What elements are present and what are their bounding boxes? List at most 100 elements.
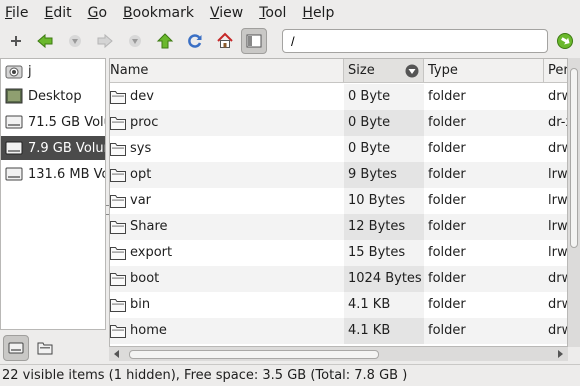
menu-help[interactable]: Help [302,5,334,21]
up-button[interactable] [152,28,178,54]
side-item-label: j [28,63,32,79]
menu-view-accel: V [209,5,220,21]
horizontal-scroll-thumb[interactable] [129,350,379,359]
menu-view[interactable]: View [210,5,243,21]
status-bar: 22 visible items (1 hidden), Free space:… [0,364,580,386]
go-button[interactable] [552,28,578,54]
cell-size: 9 Bytes [344,162,424,188]
cell-type: folder [428,219,466,234]
drive-icon [5,141,23,155]
sort-descending-icon [405,64,419,78]
table-row[interactable]: bin 4.1 KB folder drwxr-xr-x [110,292,567,318]
side-pane: j Desktop 71.5 GB Volume 7.9 GB Volume 1… [0,58,106,330]
back-icon [37,33,53,49]
table-row[interactable]: proc 0 Byte folder dr-xr-xr-x [110,110,567,136]
cell-name: bin [110,292,344,318]
back-button[interactable] [32,28,58,54]
folder-icon [110,91,126,104]
menu-bookmark[interactable]: Bookmark [123,5,194,21]
table-row[interactable]: opt 9 Bytes folder lrwxrwxrwx [110,162,568,188]
vertical-scroll-thumb[interactable] [570,68,578,248]
column-header-permissions[interactable]: Permissions [544,59,567,83]
cell-name: home [110,318,344,344]
back-history-button[interactable] [62,28,88,54]
menu-tool[interactable]: Tool [259,5,286,21]
menu-help-label: elp [312,5,335,21]
menu-tool-label: ool [265,5,287,21]
file-name: boot [130,271,160,286]
cell-permissions: lrwxrwxrwx [548,193,568,208]
side-item-label: 7.9 GB Volume [28,140,105,156]
cell-type: folder [428,323,466,338]
scroll-left-icon [114,350,119,358]
cell-type: folder [428,245,466,260]
side-item-label: 131.6 MB Volume [28,166,105,182]
vertical-scrollbar[interactable] [568,58,580,347]
table-row[interactable]: home 4.1 KB folder drwxr-xr-x [110,318,567,344]
cell-permissions: lrwxrwxrwx [548,245,568,260]
menu-file[interactable]: File [5,5,28,21]
back-history-icon [69,35,81,47]
cell-name: sys [110,136,344,162]
column-name-label: Name [110,63,149,78]
table-row[interactable]: sys 0 Byte folder drwxr-xr-x [110,136,567,162]
scroll-right-icon [558,350,563,358]
cell-size: 0 Byte [344,84,424,110]
drive-icon [5,115,23,129]
file-name: dev [130,89,154,104]
tree-mode-button[interactable] [32,335,58,361]
file-name: proc [130,115,159,130]
cell-permissions: lrwxrwxrwx [548,167,568,182]
horizontal-scrollbar[interactable] [109,347,568,361]
side-item-volume-131[interactable]: 131.6 MB Volume [1,162,105,186]
cell-size: 1024 Bytes [344,266,424,292]
cell-type: folder [428,141,466,156]
cell-permissions: dr-xr-xr-x [548,115,567,130]
column-header-name[interactable]: Name [110,59,344,83]
cell-name: Share [110,214,344,240]
menu-edit[interactable]: Edit [44,5,71,21]
table-row[interactable]: var 10 Bytes folder lrwxrwxrwx [110,188,568,214]
side-item-volume-71[interactable]: 71.5 GB Volume [1,110,105,134]
menu-help-accel: H [302,5,313,21]
column-header-type[interactable]: Type [424,59,544,83]
side-item-label: 71.5 GB Volume [28,114,105,130]
cell-name: opt [110,162,344,188]
menu-bookmark-label: ookmark [132,5,194,21]
column-header-size[interactable]: Size [344,59,424,83]
table-row[interactable]: Share 12 Bytes folder lrwxrwxrwx [110,214,567,240]
cell-permissions: drwxr-xr-x [548,271,567,286]
forward-button[interactable] [92,28,118,54]
cell-type: folder [428,167,466,182]
home-icon [217,32,233,48]
cell-name: boot [110,266,344,292]
table-row[interactable]: dev 0 Byte folder drwxr-xr-x [110,84,567,110]
folder-icon [110,247,126,260]
table-row[interactable]: export 15 Bytes folder lrwxrwxrwx [110,240,568,266]
folder-icon [110,299,126,312]
side-item-desktop[interactable]: Desktop [1,84,105,108]
new-tab-icon [11,36,21,46]
menu-edit-label: dit [53,5,72,21]
location-input[interactable] [282,29,548,53]
cell-size: 4.1 KB [344,318,424,344]
side-pane-mode-bar [0,333,110,363]
cell-permissions: drwxr-xr-x [548,323,567,338]
home-button[interactable] [212,28,238,54]
new-tab-button[interactable] [3,28,29,54]
places-icon [8,342,24,354]
folder-icon [110,221,126,234]
column-size-label: Size [348,63,375,78]
forward-history-button[interactable] [122,28,148,54]
reload-button[interactable] [182,28,208,54]
menu-go[interactable]: Go [88,5,107,21]
table-row[interactable]: boot 1024 Bytes folder drwxr-xr-x [110,266,567,292]
desktop-icon [5,88,23,104]
menu-go-accel: G [87,5,99,21]
file-name: export [130,245,173,260]
side-item-volume-7-9[interactable]: 7.9 GB Volume [1,136,105,160]
sidepane-toggle-button[interactable] [241,28,267,54]
side-item-j[interactable]: j [1,59,105,83]
file-name: Share [130,219,168,234]
places-mode-button[interactable] [3,335,29,361]
